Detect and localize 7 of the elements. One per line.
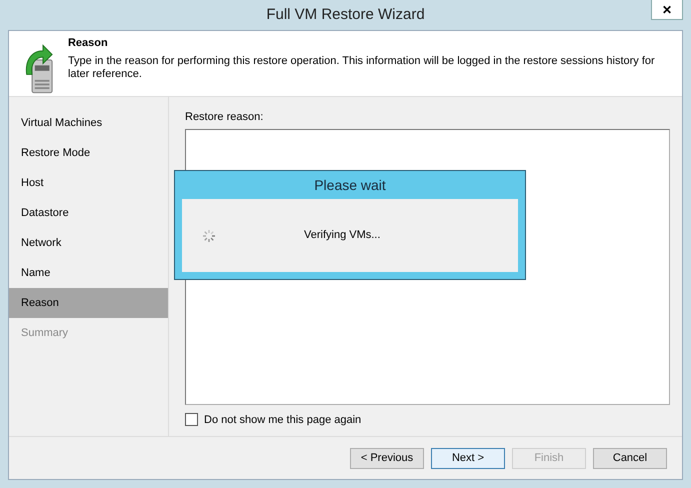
window-title: Full VM Restore Wizard <box>266 4 425 25</box>
status-message: Verifying VMs... <box>304 228 380 244</box>
page-title: Reason <box>68 36 109 51</box>
page-description: Type in the reason for performing this restore operation. This information will be logged in the restore sessions history for later reference. <box>68 54 656 81</box>
checkbox-label: Do not show me this page again <box>204 412 362 428</box>
field-label: Restore reason: <box>185 110 264 125</box>
dialog-title: Please wait <box>314 176 386 194</box>
